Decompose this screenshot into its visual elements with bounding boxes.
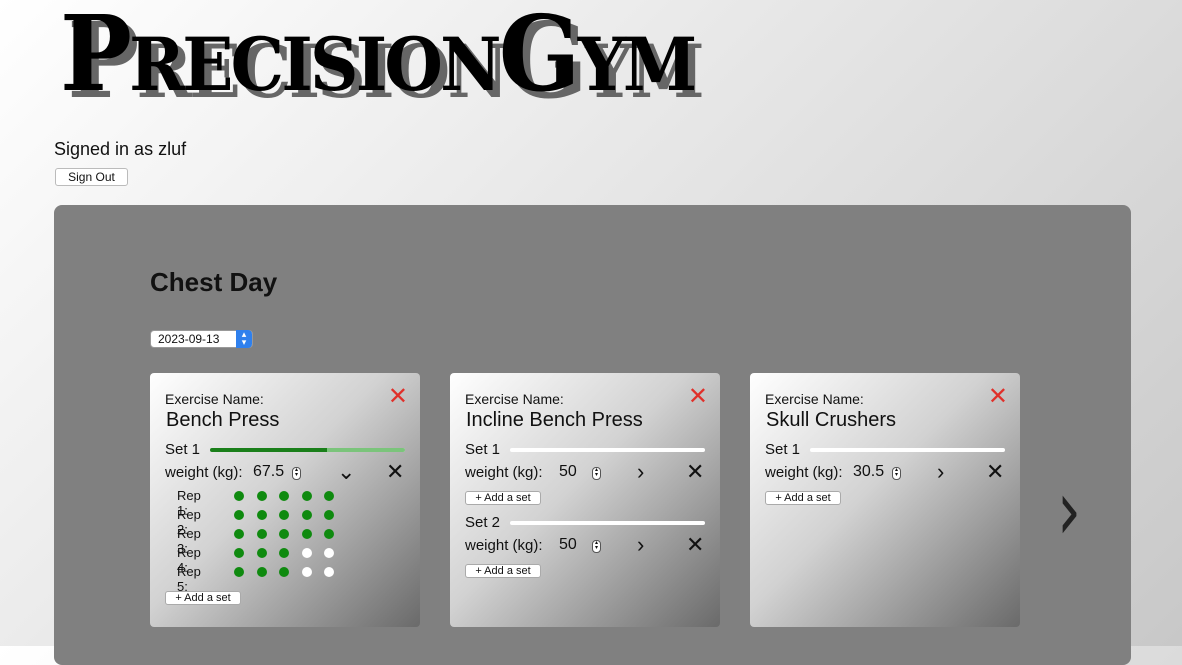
rep-done-dot[interactable] xyxy=(279,529,289,539)
x-icon[interactable]: ✕ xyxy=(686,532,704,558)
rep-done-dot[interactable] xyxy=(256,567,267,577)
add-set-button[interactable]: + Add a set xyxy=(465,564,541,578)
weight-label: weight (kg): xyxy=(465,464,543,481)
set-progress-bar xyxy=(810,448,1005,452)
rep-done-dot[interactable] xyxy=(301,491,312,501)
chevron-down-icon[interactable]: ⌄ xyxy=(337,459,355,485)
add-set-button[interactable]: + Add a set xyxy=(165,591,241,605)
exercise-card: Exercise Name: Skull Crushers ✕ Set 1 we… xyxy=(750,373,1020,627)
set-progress-fill xyxy=(210,448,327,452)
x-icon[interactable]: ✕ xyxy=(686,459,704,485)
exercise-name[interactable]: Incline Bench Press xyxy=(466,409,643,432)
chevron-right-icon[interactable]: › xyxy=(937,459,944,485)
add-set-button[interactable]: + Add a set xyxy=(765,491,841,505)
rep-done-dot[interactable] xyxy=(279,491,289,501)
weight-input[interactable]: 67.5 xyxy=(253,463,284,481)
rep-done-dot[interactable] xyxy=(324,529,334,539)
date-stepper-icon[interactable]: ▴ ▾ xyxy=(236,330,252,348)
weight-input[interactable]: 50 xyxy=(559,536,577,554)
rep-done-dot[interactable] xyxy=(279,510,289,520)
rep-todo-dot[interactable] xyxy=(324,548,334,558)
exercise-name-label: Exercise Name: xyxy=(165,391,264,407)
rep-done-dot[interactable] xyxy=(279,548,289,558)
set-progress-bar xyxy=(510,448,705,452)
set-label: Set 1 xyxy=(465,441,501,458)
exercise-name[interactable]: Bench Press xyxy=(166,409,279,432)
rep-todo-dot[interactable] xyxy=(301,548,312,558)
signed-in-text: Signed in as zluf xyxy=(54,139,187,159)
app-logo: PrecisionGym xyxy=(60,0,697,115)
chevron-right-icon[interactable]: › xyxy=(637,532,644,558)
set-label: Set 2 xyxy=(465,514,501,531)
weight-label: weight (kg): xyxy=(765,464,843,481)
next-page-icon[interactable]: › xyxy=(1057,469,1081,553)
workout-panel: Chest Day 2023-09-13 ▴ ▾ Exercise Name: B… xyxy=(54,205,1131,665)
weight-stepper-icon[interactable]: ▴ ▾ xyxy=(892,467,901,480)
x-icon[interactable]: ✕ xyxy=(986,459,1004,485)
weight-input[interactable]: 50 xyxy=(559,463,577,481)
exercise-card: Exercise Name: Incline Bench Press ✕ Set… xyxy=(450,373,720,627)
close-icon[interactable]: ✕ xyxy=(388,385,408,409)
chevron-right-icon[interactable]: › xyxy=(637,459,644,485)
date-select[interactable]: 2023-09-13 ▴ ▾ xyxy=(150,330,253,348)
set-label: Set 1 xyxy=(165,441,201,458)
weight-label: weight (kg): xyxy=(465,537,543,554)
rep-done-dot[interactable] xyxy=(234,510,244,520)
rep-done-dot[interactable] xyxy=(301,510,312,520)
rep-done-dot[interactable] xyxy=(279,567,289,577)
weight-stepper-icon[interactable]: ▴ ▾ xyxy=(592,540,601,553)
weight-stepper-icon[interactable]: ▴ ▾ xyxy=(292,467,301,480)
rep-done-dot[interactable] xyxy=(256,510,267,520)
exercise-name-label: Exercise Name: xyxy=(765,391,864,407)
add-set-button[interactable]: + Add a set xyxy=(465,491,541,505)
sign-out-button[interactable]: Sign Out xyxy=(55,168,128,186)
rep-done-dot[interactable] xyxy=(301,529,312,539)
close-icon[interactable]: ✕ xyxy=(688,385,708,409)
set-progress-bar xyxy=(510,521,705,525)
exercise-card: Exercise Name: Bench Press ✕ Set 1 weigh… xyxy=(150,373,420,627)
exercise-name[interactable]: Skull Crushers xyxy=(766,409,896,432)
rep-done-dot[interactable] xyxy=(256,548,267,558)
set-progress-bar xyxy=(210,448,405,452)
weight-label: weight (kg): xyxy=(165,464,243,481)
rep-done-dot[interactable] xyxy=(234,567,244,577)
rep-done-dot[interactable] xyxy=(234,491,244,501)
set-label: Set 1 xyxy=(765,441,801,458)
workout-title: Chest Day xyxy=(150,267,278,297)
weight-stepper-icon[interactable]: ▴ ▾ xyxy=(592,467,601,480)
rep-done-dot[interactable] xyxy=(256,491,267,501)
rep-todo-dot[interactable] xyxy=(301,567,312,577)
rep-label: Rep 5: xyxy=(177,564,201,594)
weight-input[interactable]: 30.5 xyxy=(853,463,884,481)
rep-done-dot[interactable] xyxy=(324,491,334,501)
rep-done-dot[interactable] xyxy=(324,510,334,520)
rep-done-dot[interactable] xyxy=(256,529,267,539)
set-progress-remaining xyxy=(327,448,405,452)
rep-done-dot[interactable] xyxy=(234,529,244,539)
exercise-name-label: Exercise Name: xyxy=(465,391,564,407)
date-value: 2023-09-13 xyxy=(158,332,220,346)
x-icon[interactable]: ✕ xyxy=(386,459,404,485)
close-icon[interactable]: ✕ xyxy=(988,385,1008,409)
rep-done-dot[interactable] xyxy=(234,548,244,558)
rep-todo-dot[interactable] xyxy=(324,567,334,577)
